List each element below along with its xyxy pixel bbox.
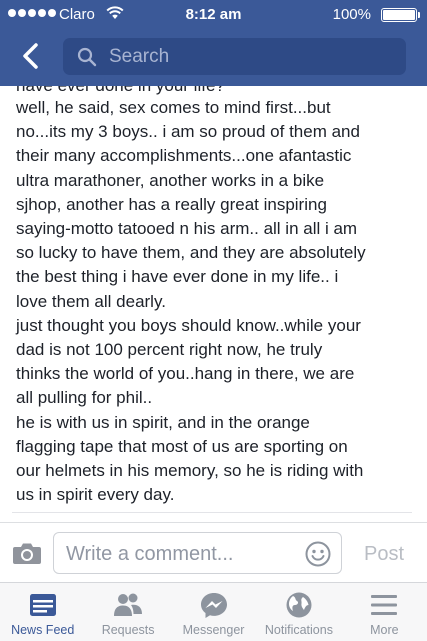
chevron-left-icon [23,43,38,69]
comment-field[interactable] [53,532,342,574]
back-button[interactable] [14,38,46,74]
friend-requests-icon [114,593,143,616]
post-text-line: he is with us in spirit, and in the oran… [16,412,310,432]
post-text-line: thinks the world of you..hang in there, … [16,364,355,384]
emoji-icon[interactable] [305,541,331,567]
tab-label: More [370,623,399,637]
header-bar: Claro 8:12 am 100% [0,0,427,86]
post-text-line: love them all dearly. [16,291,166,311]
post-text-line: so lucky to have them, and they are abso… [16,243,366,263]
post-content: have ever done in your life? well, he sa… [0,86,427,516]
post-text-line: the best thing i have ever done in my li… [16,267,339,287]
comment-input[interactable] [64,539,298,569]
search-box[interactable] [63,38,406,75]
post-text-line: no...its my 3 boys.. i am so proud of th… [16,122,360,142]
news-feed-icon [29,594,56,616]
post-text-line: just thought you boys should know..while… [16,315,361,335]
tab-label: News Feed [11,623,75,637]
status-bar: Claro 8:12 am 100% [0,0,427,30]
post-text-line: ultra marathoner, another works in a bik… [16,170,325,190]
tab-label: Notifications [264,623,333,637]
post-text-line: dad is not 100 percent right now, he tru… [16,340,323,360]
menu-icon [371,595,398,615]
tab-requests[interactable]: Requests [85,583,170,641]
messenger-icon [200,593,227,618]
post-text-line: sjhop, another has a really great inspir… [16,194,327,214]
tab-news-feed[interactable]: News Feed [0,583,85,641]
comment-bar: Post [0,522,427,583]
tab-messenger[interactable]: Messenger [171,583,256,641]
post-comment-button[interactable]: Post [353,541,415,567]
tab-notifications[interactable]: Notifications [256,583,341,641]
post-text: well, he said, sex comes to mind first..… [16,96,411,507]
post-text-line: flagging tape that most of us are sporti… [16,436,348,456]
battery-percentage: 100% [332,6,371,23]
post-text-line: all pulling for phil.. [16,388,153,408]
tab-more[interactable]: More [342,583,427,641]
tab-label: Requests [101,623,155,637]
post-text-line: their many accomplishments...one afantas… [16,146,352,166]
post-text-line: our helmets in his memory, so he is ridi… [16,461,364,481]
tab-bar: News Feed Requests Messenger Notificatio… [0,582,427,641]
divider [12,512,412,513]
globe-icon [286,592,312,618]
post-text-line: saying-motto tatooed n his arm.. all in … [16,219,358,239]
battery-icon [381,8,420,22]
camera-icon[interactable] [12,541,42,565]
post-text-line: us in spirit every day. [16,485,175,505]
post-text-line: well, he said, sex comes to mind first..… [16,98,331,117]
search-icon [77,47,97,66]
tab-label: Messenger [182,623,245,637]
search-input[interactable] [107,44,371,69]
